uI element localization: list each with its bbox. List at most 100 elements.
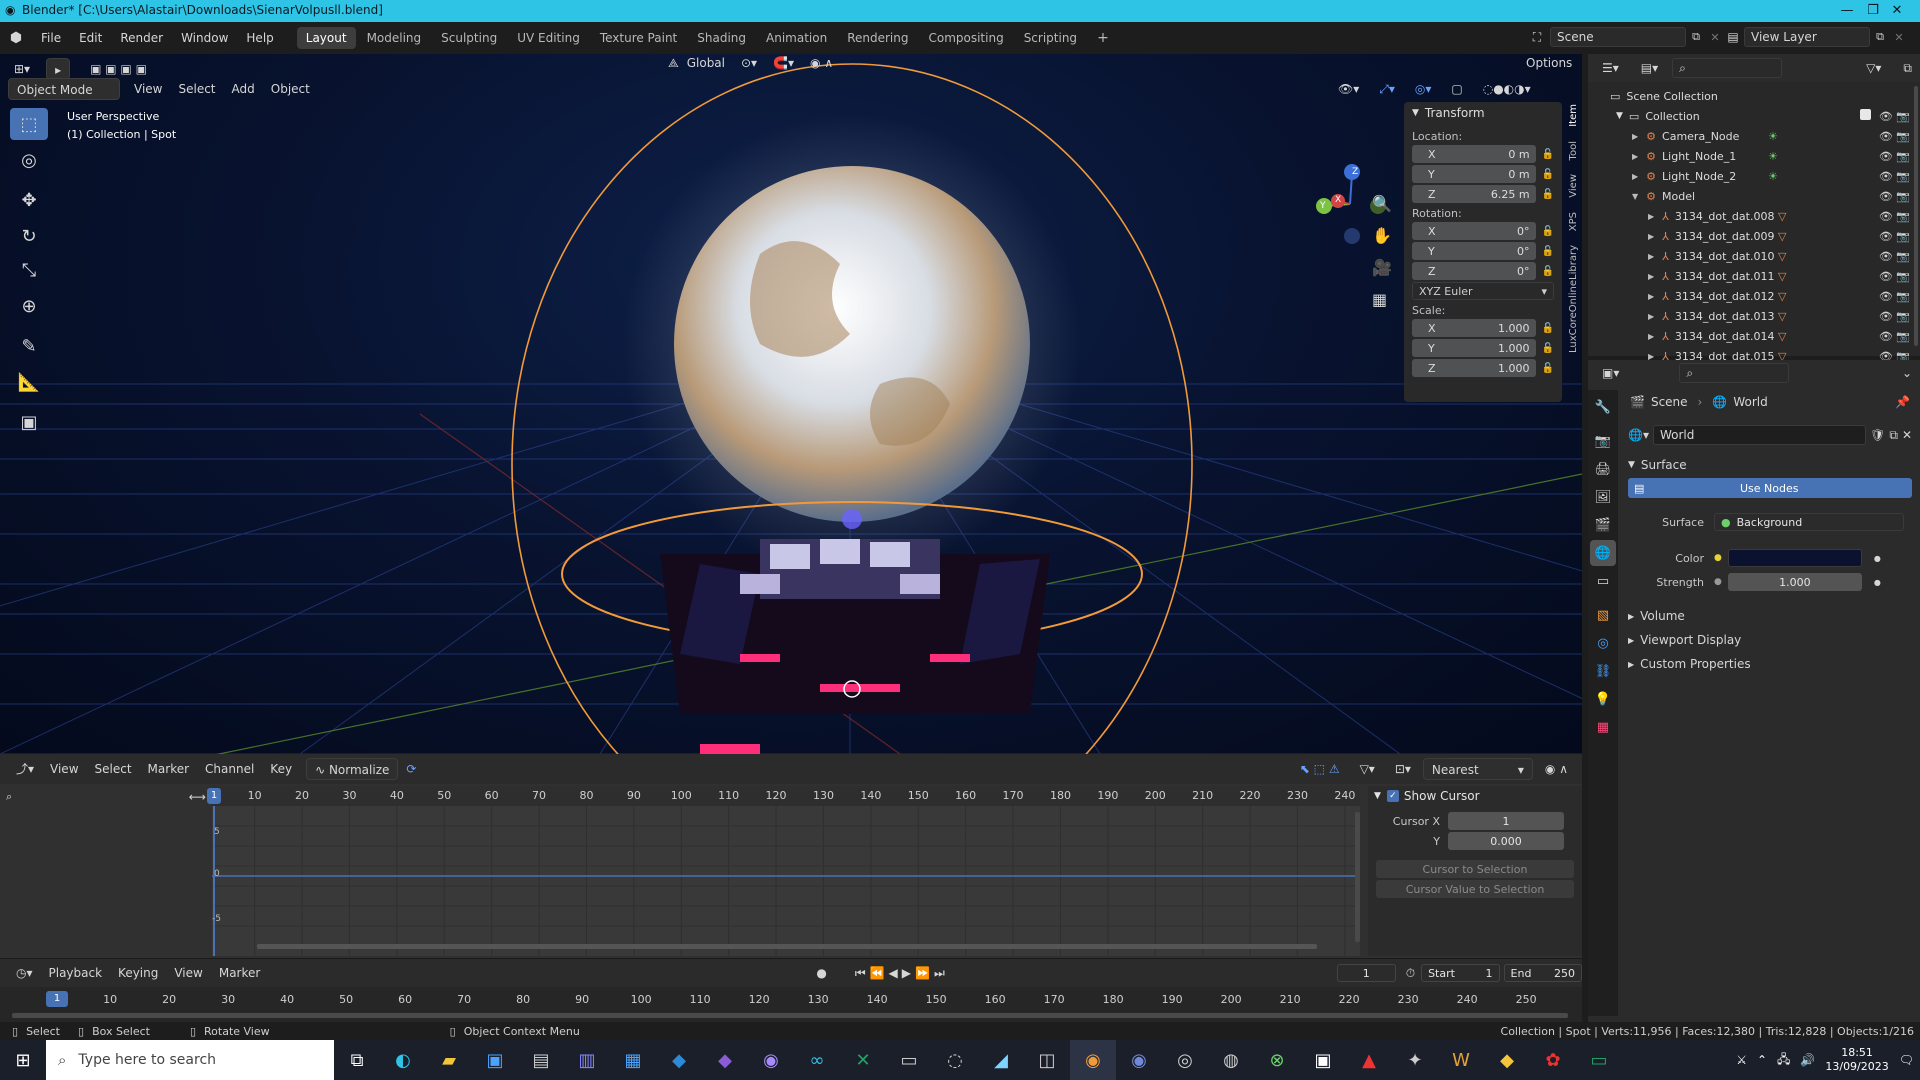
lock-icon[interactable]: 🔓 xyxy=(1542,189,1554,200)
expand-arrow-icon[interactable]: ▶ xyxy=(1648,332,1654,341)
close-button[interactable]: ✕ xyxy=(1874,0,1920,22)
filter-icon[interactable]: ▽▾ xyxy=(1858,57,1889,79)
visibility-toggles[interactable]: 👁 📷 xyxy=(1879,170,1910,183)
expand-arrow-icon[interactable]: ▶ xyxy=(1648,292,1654,301)
timeline-scrollbar[interactable] xyxy=(12,1013,1568,1018)
app-icon-10[interactable]: ▲ xyxy=(1346,1040,1392,1080)
tab-layout[interactable]: Layout xyxy=(296,27,356,49)
visibility-toggles[interactable]: 👁 📷 xyxy=(1879,190,1910,203)
swap-icon[interactable]: ⟷ xyxy=(189,790,206,804)
outliner-item[interactable]: ▶ ⅄ 3134_dot_dat.014 ▽ 👁 📷 xyxy=(1588,326,1920,346)
timeline-current-frame[interactable]: 1 xyxy=(46,991,68,1007)
mesh-data-icon[interactable]: ▽ xyxy=(1778,330,1786,343)
cursor-tool[interactable]: ◎ xyxy=(10,144,48,176)
expand-arrow-icon[interactable]: ▶ xyxy=(1648,272,1654,281)
data-tab-icon[interactable]: 💡 xyxy=(1590,686,1616,712)
new-scene-icon[interactable]: ⧉ xyxy=(1686,30,1706,44)
scene-icon[interactable]: ⛶ xyxy=(1524,30,1550,45)
surface-section-header[interactable]: ▼ Surface xyxy=(1622,454,1918,476)
menu-object[interactable]: Object xyxy=(263,78,318,100)
pan-hand-icon[interactable]: ✋ xyxy=(1372,226,1392,245)
menu-help[interactable]: Help xyxy=(237,22,282,54)
expand-arrow-icon[interactable]: ▶ xyxy=(1648,212,1654,221)
app-icon-4[interactable]: ∞ xyxy=(794,1040,840,1080)
graph-filter-icon[interactable]: ▽▾ xyxy=(1352,758,1383,780)
tab-scripting[interactable]: Scripting xyxy=(1015,27,1086,49)
keyframe-dot-icon[interactable]: ● xyxy=(1874,554,1881,563)
tab-xps[interactable]: XPS xyxy=(1568,212,1579,231)
volume-icon[interactable]: 🔊 xyxy=(1800,1053,1815,1067)
menu-select[interactable]: Select xyxy=(170,78,223,100)
outliner-scrollbar[interactable] xyxy=(1914,86,1918,346)
menu-render[interactable]: Render xyxy=(111,22,172,54)
outliner-search-input[interactable]: ⌕ xyxy=(1672,58,1783,78)
visibility-toggles[interactable]: 👁 📷 xyxy=(1879,250,1910,263)
outliner-item[interactable]: ▶ ⅄ 3134_dot_dat.010 ▽ 👁 📷 xyxy=(1588,246,1920,266)
graph-pivot-icon[interactable]: ⊡▾ xyxy=(1387,758,1419,780)
menu-add[interactable]: Add xyxy=(224,78,263,100)
new-view-layer-icon[interactable]: ⧉ xyxy=(1870,30,1890,44)
new-collection-icon[interactable]: ⧉ xyxy=(1895,57,1920,79)
output-tab-icon[interactable]: 🖨 xyxy=(1590,456,1616,482)
object-tab-icon[interactable]: ▧ xyxy=(1590,602,1616,628)
graph-menu-key[interactable]: Key xyxy=(262,758,300,780)
editor-type-icon[interactable]: ⊞▾ xyxy=(6,58,38,80)
selection-modes[interactable]: ▣ ▣ ▣ ▣ xyxy=(82,58,155,80)
render-tab-icon[interactable]: 📷 xyxy=(1590,428,1616,454)
expand-arrow-icon[interactable]: ▶ xyxy=(1648,312,1654,321)
mesh-data-icon[interactable]: ▽ xyxy=(1778,250,1786,263)
scale-y-field[interactable]: Y 1.000 xyxy=(1412,339,1536,357)
location-z-field[interactable]: Z 6.25 m xyxy=(1412,185,1536,203)
notifications-icon[interactable]: 🗨 xyxy=(1899,1053,1914,1067)
mode-selector[interactable]: Object Mode xyxy=(8,78,120,100)
visibility-icon[interactable]: 👁▾ xyxy=(1330,78,1367,100)
scale-z-field[interactable]: Z 1.000 xyxy=(1412,359,1536,377)
vs-code-icon[interactable]: ◆ xyxy=(656,1040,702,1080)
visibility-toggles[interactable]: 👁 📷 xyxy=(1879,150,1910,163)
view-layer-icon[interactable]: ▤ xyxy=(1722,30,1744,44)
current-frame-indicator[interactable]: 1 xyxy=(207,788,221,804)
lock-icon[interactable]: 🔓 xyxy=(1542,363,1554,374)
options-menu[interactable]: Options xyxy=(1518,52,1580,74)
outliner-item[interactable]: ▶ ⅄ 3134_dot_dat.008 ▽ 👁 📷 xyxy=(1588,206,1920,226)
display-mode-icon[interactable]: ▤▾ xyxy=(1633,57,1666,79)
lock-icon[interactable]: 🔓 xyxy=(1542,323,1554,334)
expand-arrow-icon[interactable]: ▶ xyxy=(1648,252,1654,261)
current-frame-field[interactable]: 1 xyxy=(1336,964,1396,982)
stopwatch-icon[interactable]: ⏱ xyxy=(1406,966,1415,981)
lock-icon[interactable]: 🔓 xyxy=(1542,226,1554,237)
app-icon-6[interactable]: ◢ xyxy=(978,1040,1024,1080)
cursor-y-field[interactable]: 0.000 xyxy=(1448,832,1564,850)
lock-icon[interactable]: 🔓 xyxy=(1542,266,1554,277)
end-frame-field[interactable]: End 250 xyxy=(1503,964,1583,982)
mesh-data-icon[interactable]: ▽ xyxy=(1778,230,1786,243)
visibility-toggles[interactable]: 👁 📷 xyxy=(1879,130,1910,143)
app-icon-14[interactable]: ▭ xyxy=(1576,1040,1622,1080)
pivot-icon[interactable]: ⊙▾ xyxy=(733,52,765,74)
edge-icon[interactable]: ◐ xyxy=(380,1040,426,1080)
app-icon-2[interactable]: ▥ xyxy=(564,1040,610,1080)
app-icon-12[interactable]: ◆ xyxy=(1484,1040,1530,1080)
select-box-tool[interactable]: ⬚ xyxy=(10,108,48,140)
color-swatch[interactable] xyxy=(1727,549,1862,567)
blender-menu-icon[interactable]: ⬢ xyxy=(0,30,32,46)
object-data-icon[interactable]: ☀ xyxy=(1768,130,1778,143)
auto-key-icon[interactable]: ● xyxy=(808,962,834,984)
graph-menu-channel[interactable]: Channel xyxy=(197,758,262,780)
cursor-to-selection-button[interactable]: Cursor to Selection xyxy=(1376,860,1574,878)
delete-view-layer-icon[interactable]: ✕ xyxy=(1890,31,1908,44)
graph-vertical-scrollbar[interactable] xyxy=(1355,812,1360,942)
file-explorer-icon[interactable]: ▰ xyxy=(426,1040,472,1080)
outliner-item[interactable]: ▶ ⅄ 3134_dot_dat.009 ▽ 👁 📷 xyxy=(1588,226,1920,246)
graph-menu-marker[interactable]: Marker xyxy=(140,758,197,780)
store-icon[interactable]: ▣ xyxy=(472,1040,518,1080)
timeline-menu-marker[interactable]: Marker xyxy=(211,962,268,984)
normalize-toggle[interactable]: ∿ Normalize xyxy=(306,758,399,780)
tab-rendering[interactable]: Rendering xyxy=(838,27,917,49)
channel-search[interactable]: ⌕ ⟷ xyxy=(6,788,206,806)
timeline-menu-playback[interactable]: Playback xyxy=(41,962,111,984)
start-frame-field[interactable]: Start 1 xyxy=(1421,964,1500,982)
menu-edit[interactable]: Edit xyxy=(70,22,111,54)
outliner-editor-icon[interactable]: ☰▾ xyxy=(1594,57,1627,79)
scale-tool[interactable]: ⤡ xyxy=(10,254,48,286)
